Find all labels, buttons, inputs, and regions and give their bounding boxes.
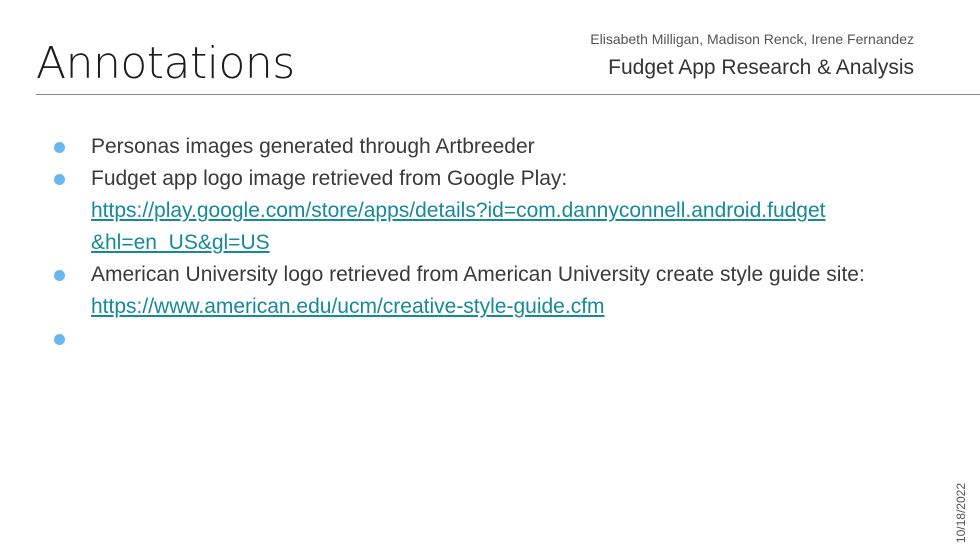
slide-date: 10/18/2022	[954, 482, 968, 543]
google-play-link[interactable]: https://play.google.com/store/apps/detai…	[91, 199, 826, 254]
bullet-dot-icon	[54, 334, 65, 345]
bullet-text: Personas images generated through Artbre…	[91, 135, 535, 158]
list-item: American University logo retrieved from …	[54, 259, 934, 323]
bullet-text: Fudget app logo image retrieved from Goo…	[91, 167, 568, 190]
link-text-line1: https://play.google.com/store/apps/detai…	[91, 199, 826, 222]
page-subtitle: Fudget App Research & Analysis	[608, 56, 914, 79]
bullet-text: American University logo retrieved from …	[91, 263, 865, 286]
list-item: Fudget app logo image retrieved from Goo…	[54, 163, 934, 259]
page-title: Annotations	[36, 38, 295, 89]
bullet-dot-icon	[54, 142, 65, 153]
authors-line: Elisabeth Milligan, Madison Renck, Irene…	[590, 31, 914, 47]
annotation-list: Personas images generated through Artbre…	[54, 131, 934, 355]
link-text-line2: &hl=en_US&gl=US	[91, 231, 270, 254]
list-item-empty	[54, 323, 934, 355]
list-item: Personas images generated through Artbre…	[54, 131, 934, 163]
bullet-dot-icon	[54, 174, 65, 185]
bullet-dot-icon	[54, 270, 65, 281]
header-divider	[36, 94, 980, 95]
style-guide-link[interactable]: https://www.american.edu/ucm/creative-st…	[91, 295, 605, 318]
